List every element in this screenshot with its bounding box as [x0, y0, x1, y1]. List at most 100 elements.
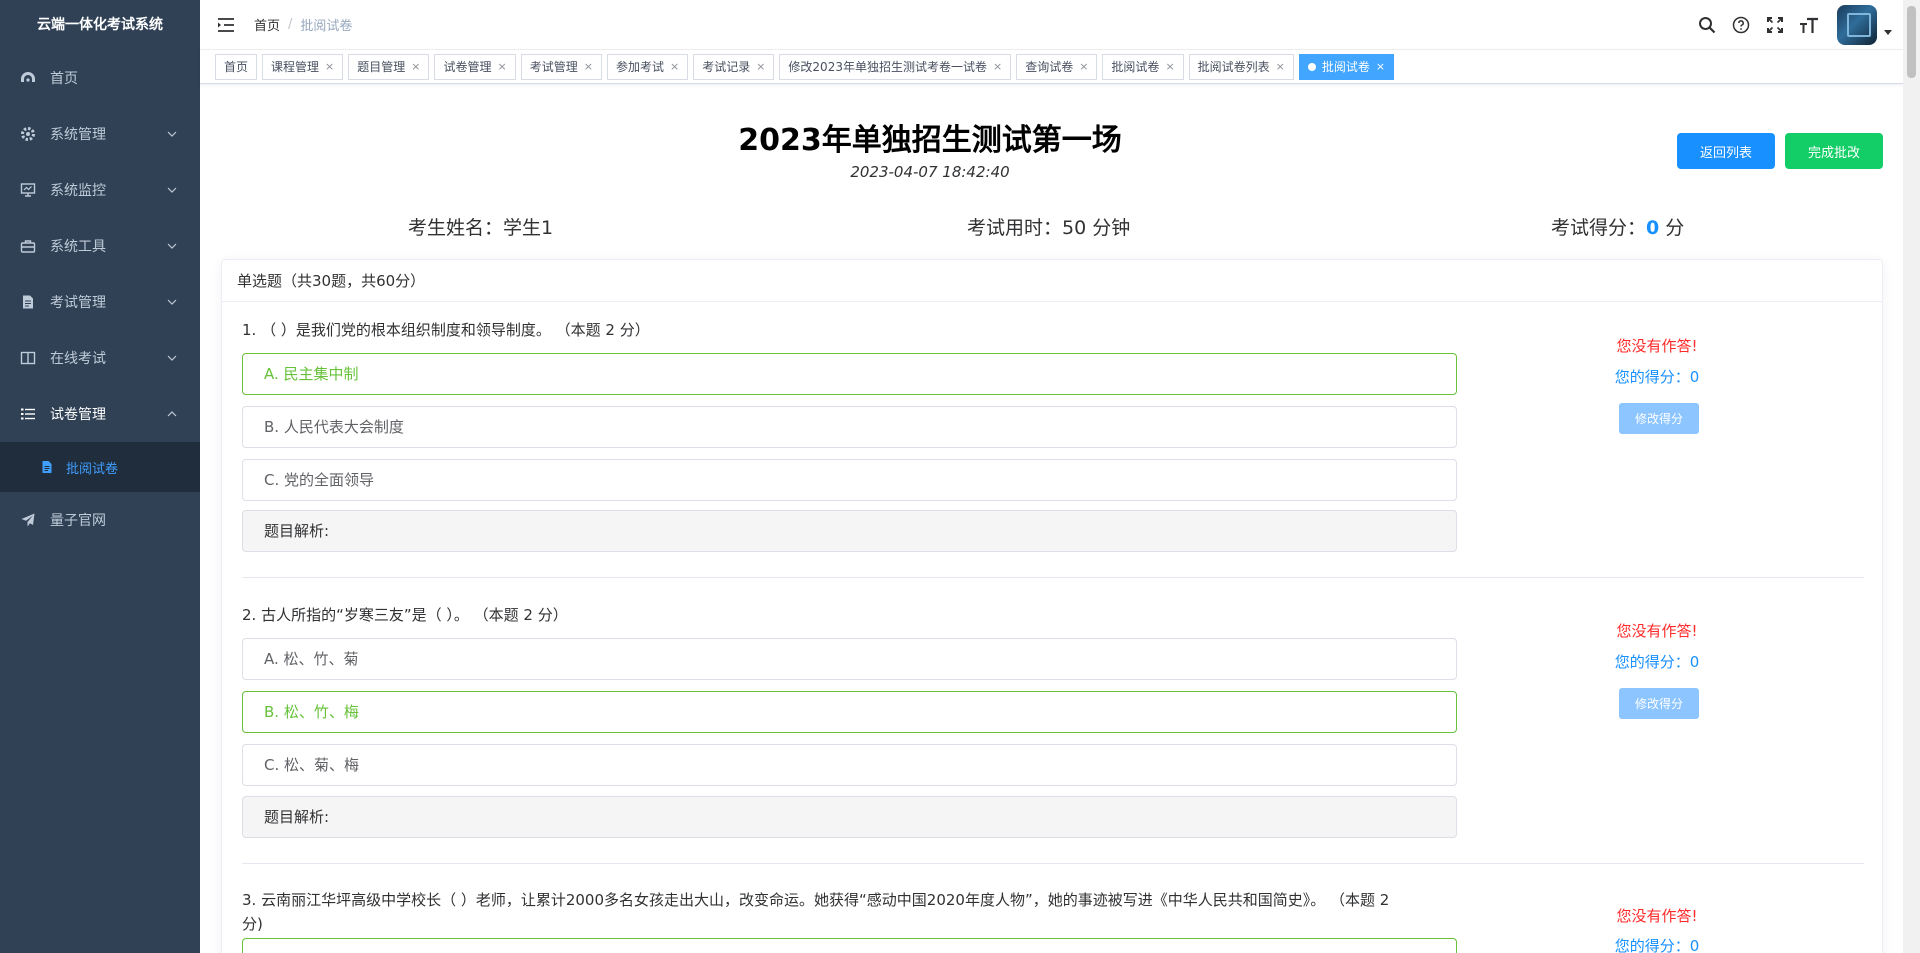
- close-icon[interactable]: ×: [325, 55, 334, 79]
- close-icon[interactable]: ×: [584, 55, 593, 79]
- question-title: 1. （ ）是我们党的根本组织制度和领导制度。 （本题 2 分）: [242, 321, 650, 339]
- section-header: 单选题（共30题，共60分）: [222, 260, 1882, 302]
- sidebar-item-system[interactable]: 系统管理: [0, 106, 200, 162]
- sidebar-item-label: 首页: [50, 71, 78, 87]
- chevron-down-icon: [167, 299, 177, 305]
- exam-duration-value: 50 分钟: [1062, 217, 1131, 239]
- modify-score-button[interactable]: 修改得分: [1619, 403, 1699, 434]
- tag-review-paper-list[interactable]: 批阅试卷列表 ×: [1188, 53, 1294, 80]
- sidebar-item-online-exam[interactable]: 在线考试: [0, 330, 200, 386]
- question-title: 2. 古人所指的“岁寒三友”是（ ）。 （本题 2 分）: [242, 606, 568, 624]
- tag-exam-management[interactable]: 考试管理 ×: [520, 53, 602, 80]
- close-icon[interactable]: ×: [1376, 55, 1385, 79]
- sidebar-item-monitor[interactable]: 系统监控: [0, 162, 200, 218]
- exam-duration-label: 考试用时：: [967, 217, 1063, 239]
- tag-label: 试卷管理: [443, 59, 492, 74]
- sidebar-item-tools[interactable]: 系统工具: [0, 218, 200, 274]
- question-divider: [242, 577, 1864, 578]
- main-content: 2023年单独招生测试第一场 2023-04-07 18:42:40 返回列表 …: [200, 85, 1903, 953]
- close-icon[interactable]: ×: [1079, 55, 1088, 79]
- scrollbar-thumb[interactable]: [1907, 6, 1916, 78]
- sidebar-item-exam-management[interactable]: 考试管理: [0, 274, 200, 330]
- option-correct: A. 民主集中制: [242, 353, 1457, 395]
- tag-label: 首页: [224, 59, 249, 74]
- font-size-icon[interactable]: [1799, 15, 1819, 35]
- tag-label: 查询试卷: [1025, 59, 1074, 74]
- tag-label: 题目管理: [357, 59, 406, 74]
- app-title[interactable]: 云端一体化考试系统: [0, 0, 200, 50]
- no-answer-text: 您没有作答!: [1616, 337, 1698, 355]
- finish-review-button[interactable]: 完成批改: [1785, 133, 1883, 169]
- tag-question-management[interactable]: 题目管理 ×: [348, 53, 430, 80]
- sidebar-item-label: 批阅试卷: [66, 461, 119, 477]
- option: A. 松、竹、菊: [242, 638, 1457, 680]
- question-score: 您的得分：0: [1614, 368, 1700, 386]
- close-icon[interactable]: ×: [1165, 55, 1174, 79]
- caret-down-icon[interactable]: [1883, 27, 1893, 37]
- back-to-list-button[interactable]: 返回列表: [1677, 133, 1775, 169]
- breadcrumb-current: 批阅试卷: [300, 19, 353, 34]
- tag-take-exam[interactable]: 参加考试 ×: [606, 53, 689, 80]
- sidebar-item-label: 考试管理: [50, 295, 106, 311]
- exam-duration-info: 考试用时：50 分钟: [967, 213, 1130, 240]
- tag-label: 批阅试卷列表: [1197, 59, 1270, 74]
- list-icon: [20, 406, 36, 422]
- search-icon[interactable]: [1697, 15, 1717, 35]
- option: C. 松、菊、梅: [242, 744, 1457, 786]
- tag-course-management[interactable]: 课程管理 ×: [262, 53, 344, 80]
- close-icon[interactable]: ×: [670, 55, 679, 79]
- close-icon[interactable]: ×: [498, 55, 507, 79]
- breadcrumb-home[interactable]: 首页: [254, 15, 280, 34]
- close-icon[interactable]: ×: [756, 55, 765, 79]
- sidebar: 云端一体化考试系统 首页 系统管理 系统监控 系统工具 考试管理 在线考试 试卷…: [0, 0, 200, 953]
- question-score: 您的得分：0: [1614, 937, 1700, 953]
- tag-query-paper[interactable]: 查询试卷 ×: [1016, 53, 1098, 80]
- close-icon[interactable]: ×: [1276, 55, 1285, 79]
- tag-label: 考试管理: [529, 59, 578, 74]
- question-score: 您的得分：0: [1614, 653, 1700, 671]
- sidebar-subitem-review-paper[interactable]: 批阅试卷: [0, 442, 200, 492]
- navbar: 首页 / 批阅试卷: [200, 0, 1903, 50]
- exam-datetime: 2023-04-07 18:42:40: [850, 163, 1010, 181]
- no-answer-text: 您没有作答!: [1616, 907, 1698, 925]
- student-name-value: 学生1: [503, 217, 554, 239]
- chevron-up-icon: [167, 411, 177, 417]
- tag-label: 参加考试: [615, 59, 664, 74]
- page-title: 2023年单独招生测试第一场: [738, 123, 1122, 158]
- modify-score-button[interactable]: 修改得分: [1619, 688, 1699, 719]
- question-title: 3. 云南丽江华坪高级中学校长（ ）老师，让累计2000多名女孩走出大山，改变命…: [242, 888, 1457, 936]
- vertical-scrollbar[interactable]: [1903, 0, 1920, 953]
- sidebar-item-paper-management[interactable]: 试卷管理: [0, 386, 200, 442]
- active-dot-icon: [1307, 62, 1316, 71]
- tag-edit-paper[interactable]: 修改2023年单独招生测试考卷一试卷 ×: [779, 53, 1012, 80]
- book-icon: [20, 350, 36, 366]
- dashboard-icon: [20, 70, 36, 86]
- close-icon[interactable]: ×: [993, 55, 1002, 79]
- tag-home[interactable]: 首页: [215, 53, 258, 80]
- tag-paper-management[interactable]: 试卷管理 ×: [434, 53, 516, 80]
- help-icon[interactable]: [1731, 15, 1751, 35]
- sidebar-item-label: 试卷管理: [50, 407, 106, 423]
- sidebar-item-home[interactable]: 首页: [0, 50, 200, 106]
- toolbox-icon: [20, 238, 36, 254]
- file-icon: [40, 460, 54, 474]
- sidebar-item-label: 在线考试: [50, 351, 106, 367]
- tag-review-paper-active[interactable]: 批阅试卷 ×: [1298, 53, 1395, 80]
- sidebar-item-label: 系统工具: [50, 239, 106, 255]
- close-icon[interactable]: ×: [411, 55, 420, 79]
- fullscreen-icon[interactable]: [1765, 15, 1785, 35]
- student-name-info: 考生姓名：学生1: [408, 213, 553, 240]
- sidebar-item-quantum-site[interactable]: 量子官网: [0, 492, 200, 548]
- hamburger-icon[interactable]: [216, 15, 236, 35]
- no-answer-text: 您没有作答!: [1616, 622, 1698, 640]
- document-icon: [20, 294, 36, 310]
- tag-exam-records[interactable]: 考试记录 ×: [693, 53, 775, 80]
- option: B. 人民代表大会制度: [242, 406, 1457, 448]
- question-analysis: 题目解析:: [242, 796, 1457, 838]
- tag-label: 批阅试卷: [1321, 59, 1370, 74]
- breadcrumb: 首页 / 批阅试卷: [254, 15, 352, 34]
- avatar[interactable]: [1837, 5, 1877, 45]
- send-icon: [20, 512, 36, 528]
- question-title-text: 3. 云南丽江华坪高级中学校长（ ）老师，让累计2000多名女孩走出大山，改变命…: [242, 891, 1390, 909]
- tag-review-paper[interactable]: 批阅试卷 ×: [1102, 53, 1184, 80]
